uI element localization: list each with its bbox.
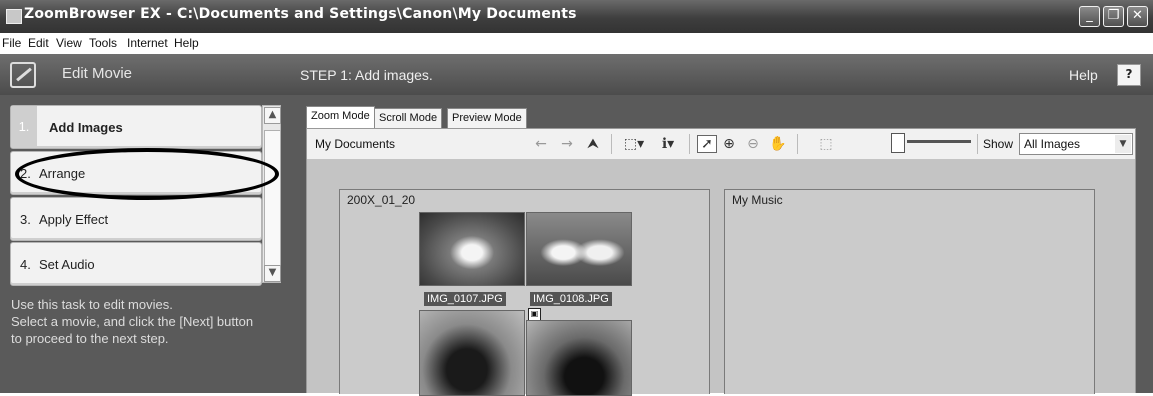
scroll-up-arrow-icon[interactable]: ▲ (264, 107, 281, 124)
location-label: My Documents (315, 137, 396, 151)
step-apply-effect[interactable]: 3. Apply Effect (10, 197, 262, 241)
folder-my-music[interactable]: My Music (724, 189, 1095, 394)
info-icon[interactable]: ℹ▾ (653, 135, 683, 153)
image-thumbnail[interactable] (526, 212, 632, 286)
step-label: Add Images (49, 120, 123, 135)
scroll-thumb[interactable] (264, 130, 281, 272)
step-title: STEP 1: Add images. (300, 67, 433, 83)
image-thumbnail[interactable] (419, 212, 525, 286)
image-thumbnail[interactable] (526, 320, 632, 396)
show-filter-value: All Images (1024, 137, 1081, 151)
menu-internet[interactable]: Internet (127, 36, 168, 50)
step-add-images[interactable]: 1. Add Images (10, 105, 262, 149)
toolbar-separator (611, 134, 612, 154)
zoom-out-icon[interactable]: ⊖ (745, 135, 761, 153)
menu-bar: File Edit View Tools Internet Help (0, 33, 1153, 54)
menu-edit[interactable]: Edit (28, 36, 49, 50)
image-caption: IMG_0108.JPG (530, 292, 612, 306)
restore-button[interactable]: ❐ (1103, 6, 1124, 27)
browser-toolbar: My Documents ← → ⮝ ⬚▾ ℹ▾ ➚ ⊕ ⊖ ✋ ⬚ Show … (306, 128, 1136, 160)
edit-movie-icon (10, 62, 36, 88)
step-number: 4. (20, 257, 31, 272)
folder-200x-01-20[interactable]: 200X_01_20 IMG_0107.JPG IMG_0108.JPG ▣ (339, 189, 710, 396)
help-button[interactable]: ? (1117, 64, 1141, 86)
minimize-button[interactable]: _ (1079, 6, 1100, 27)
step-label: Apply Effect (39, 212, 109, 227)
menu-help[interactable]: Help (174, 36, 199, 50)
zoom-slider-track[interactable] (907, 140, 971, 143)
toolbar-separator (797, 134, 798, 154)
forward-arrow-icon[interactable]: → (559, 135, 575, 153)
app-icon (6, 9, 22, 24)
help-label[interactable]: Help (1069, 67, 1098, 83)
step-scrollbar[interactable]: ▲ ▼ (262, 105, 281, 283)
chevron-down-icon[interactable]: ▼ (1115, 135, 1131, 153)
step-set-audio[interactable]: 4. Set Audio (10, 242, 262, 286)
task-help-text: Use this task to edit movies. Select a m… (11, 297, 254, 346)
step-label: Set Audio (39, 257, 95, 272)
window-title: ZoomBrowser EX - C:\Documents and Settin… (24, 6, 577, 22)
toolbar-separator (977, 134, 978, 154)
menu-file[interactable]: File (2, 36, 21, 50)
fit-view-icon[interactable]: ⬚ (817, 135, 835, 153)
task-panel: Edit Movie 1. Add Images 2. Arrange 3. A… (0, 54, 288, 393)
zoom-view: 200X_01_20 IMG_0107.JPG IMG_0108.JPG ▣ M… (306, 159, 1136, 396)
folder-name: 200X_01_20 (347, 193, 416, 207)
pointer-tool-icon[interactable]: ➚ (697, 135, 717, 153)
title-bar: ZoomBrowser EX - C:\Documents and Settin… (0, 0, 1153, 33)
back-arrow-icon[interactable]: ← (533, 135, 549, 153)
toolbar-separator (689, 134, 690, 154)
task-title: Edit Movie (62, 65, 133, 82)
step-number: 1. (11, 106, 37, 146)
tab-preview-mode[interactable]: Preview Mode (447, 108, 527, 128)
show-filter-select[interactable]: All Images ▼ (1019, 133, 1133, 155)
task-header: Edit Movie (0, 54, 288, 95)
zoom-slider-knob[interactable] (891, 133, 905, 153)
show-label: Show (983, 137, 1014, 151)
tab-zoom-mode[interactable]: Zoom Mode (306, 106, 375, 128)
menu-tools[interactable]: Tools (89, 36, 117, 50)
browser-area: Zoom Mode Scroll Mode Preview Mode My Do… (288, 95, 1153, 396)
scroll-down-arrow-icon[interactable]: ▼ (264, 265, 281, 282)
step-header: STEP 1: Add images. Help ? (288, 54, 1153, 95)
zoom-in-icon[interactable]: ⊕ (721, 135, 737, 153)
image-thumbnail[interactable] (419, 310, 525, 396)
highlight-oval (15, 148, 279, 200)
image-caption: IMG_0107.JPG (424, 292, 506, 306)
select-mode-icon[interactable]: ⬚▾ (619, 135, 649, 153)
up-folder-icon[interactable]: ⮝ (585, 135, 601, 153)
tab-scroll-mode[interactable]: Scroll Mode (374, 108, 443, 128)
folder-name: My Music (732, 193, 783, 207)
step-number: 3. (20, 212, 31, 227)
hand-tool-icon[interactable]: ✋ (769, 135, 786, 153)
close-button[interactable]: ✕ (1127, 6, 1148, 27)
menu-view[interactable]: View (56, 36, 82, 50)
